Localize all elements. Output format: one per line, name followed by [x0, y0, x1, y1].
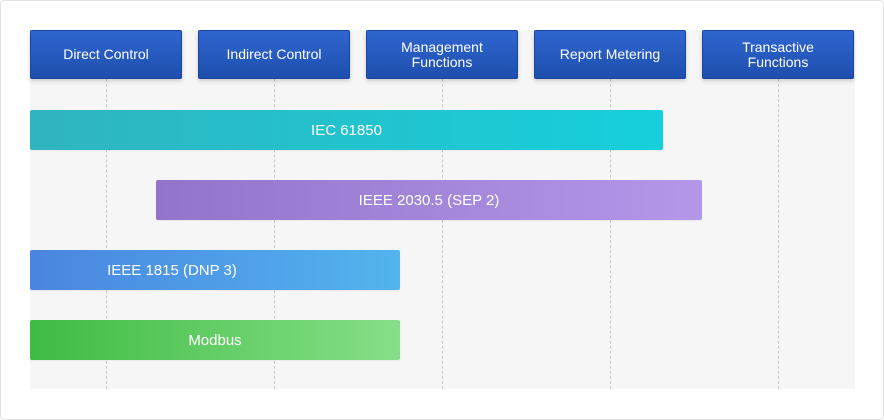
header-direct-control: Direct Control [30, 30, 182, 79]
header-transactive-functions: Transactive Functions [702, 30, 854, 79]
bar-label-iec-61850: IEC 61850 [311, 121, 382, 139]
header-report-metering: Report Metering [534, 30, 686, 79]
bar-label-ieee-2030-5: IEEE 2030.5 (SEP 2) [358, 191, 500, 209]
column-guide-transactive-functions [778, 79, 779, 389]
bar-iec-61850: IEC 61850 [30, 110, 663, 150]
bar-ieee-2030-5: IEEE 2030.5 (SEP 2) [156, 180, 702, 220]
header-indirect-control: Indirect Control [198, 30, 350, 79]
header-management-functions: Management Functions [366, 30, 518, 79]
bar-label-modbus: Modbus [188, 331, 242, 349]
bar-modbus: Modbus [30, 320, 400, 360]
bar-label-ieee-1815: IEEE 1815 (DNP 3) [107, 261, 237, 279]
bar-ieee-1815: IEEE 1815 (DNP 3) [30, 250, 400, 290]
